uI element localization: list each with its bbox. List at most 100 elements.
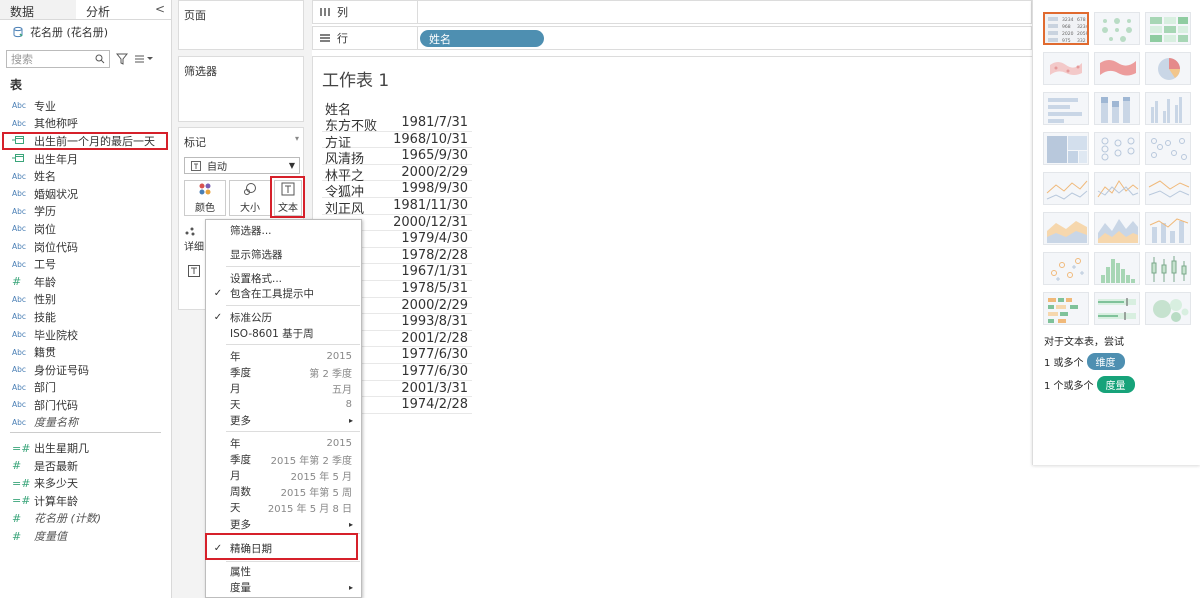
field-item[interactable]: Abc 岗位代码 xyxy=(0,238,171,256)
pie-chart-thumb[interactable] xyxy=(1145,52,1191,85)
menu-item-date-part[interactable]: 月 2015 年 5 月 xyxy=(206,468,361,483)
menu-item-date-part[interactable]: 天 2015 年 5 月 8 日 xyxy=(206,500,361,515)
field-item[interactable]: Abc 部门代码 xyxy=(0,396,171,414)
line-discrete-thumb[interactable] xyxy=(1043,172,1089,205)
filter-icon[interactable] xyxy=(116,53,128,65)
tab-data[interactable]: 数据 xyxy=(0,0,76,19)
measure-prefix: 1 个或多个 xyxy=(1044,381,1094,392)
menu-item-format[interactable]: 设置格式... xyxy=(206,271,361,286)
menu-item-standard-calendar[interactable]: ✓ 标准公历 xyxy=(206,310,361,325)
date-calc-icon xyxy=(12,153,34,165)
menu-item-date-part[interactable]: 天8 xyxy=(206,397,361,412)
size-button[interactable]: 大小 xyxy=(229,180,271,216)
menu-item-include-tooltip[interactable]: ✓ 包含在工具提示中 xyxy=(206,286,361,301)
mark-type-label: 自动 xyxy=(207,162,227,173)
field-item[interactable]: Abc 性别 xyxy=(0,291,171,309)
menu-item-label: 度量 xyxy=(230,582,251,594)
measure-item[interactable]: # 是否最新 xyxy=(0,457,171,475)
dual-combination-thumb[interactable] xyxy=(1145,212,1191,245)
filters-shelf[interactable]: 筛选器 xyxy=(178,56,304,122)
field-item[interactable]: Abc 度量名称 xyxy=(0,414,171,432)
row-date-cell: 1979/4/30 xyxy=(401,231,468,247)
search-input[interactable]: 搜索 xyxy=(6,50,110,68)
dual-line-thumb[interactable] xyxy=(1145,172,1191,205)
treemap-thumb[interactable] xyxy=(1043,132,1089,165)
text-table-thumb[interactable]: 3234 678 968 3234 2020 2059 975 332 xyxy=(1043,12,1089,45)
scatter-plot-thumb[interactable] xyxy=(1043,252,1089,285)
menu-item-date-part[interactable]: 月 五月 xyxy=(206,381,361,396)
worksheet-title[interactable]: 工作表 1 xyxy=(322,66,389,91)
highlight-table-thumb[interactable] xyxy=(1145,12,1191,45)
measure-item[interactable]: =# 计算年龄 xyxy=(0,492,171,510)
menu-item-filter[interactable]: 筛选器... xyxy=(206,223,361,238)
horizontal-bar-thumb[interactable] xyxy=(1043,92,1089,125)
bullet-graph-thumb[interactable] xyxy=(1094,292,1140,325)
svg-text:968: 968 xyxy=(1062,24,1071,30)
field-item[interactable]: Abc 技能 xyxy=(0,308,171,326)
field-item[interactable]: Abc 姓名 xyxy=(0,167,171,185)
menu-item-iso-calendar[interactable]: ISO-8601 基于周 xyxy=(206,326,361,341)
collapse-panel-button[interactable]: < xyxy=(152,0,171,19)
box-plot-thumb[interactable] xyxy=(1145,252,1191,285)
menu-item-date-part[interactable]: 周数 2015 年第 5 周 xyxy=(206,484,361,499)
detail-button[interactable]: 详细 xyxy=(184,221,205,257)
measure-item[interactable]: =# 出生星期几 xyxy=(0,439,171,457)
pages-shelf[interactable]: 页面 xyxy=(178,0,304,50)
stacked-bar-thumb[interactable] xyxy=(1094,92,1140,125)
menu-item-date-part[interactable]: 季度 2015 年第 2 季度 xyxy=(206,452,361,467)
mark-type-dropdown[interactable]: 自动 ▼ xyxy=(184,157,300,174)
size-icon xyxy=(244,183,256,195)
menu-item-attribute[interactable]: 属性 xyxy=(206,564,361,579)
field-item[interactable]: Abc 专业 xyxy=(0,97,171,115)
field-item[interactable]: Abc 身份证号码 xyxy=(0,361,171,379)
histogram-thumb[interactable] xyxy=(1094,252,1140,285)
view-options-icon[interactable] xyxy=(134,54,154,64)
side-by-side-bar-thumb[interactable] xyxy=(1145,92,1191,125)
field-item[interactable]: Abc 毕业院校 xyxy=(0,326,171,344)
rows-pill-name[interactable]: 姓名 xyxy=(420,30,544,47)
menu-item-measure[interactable]: 度量 ▸ xyxy=(206,580,361,595)
symbol-map-thumb[interactable] xyxy=(1043,52,1089,85)
columns-shelf[interactable]: 列 xyxy=(312,0,1032,24)
field-item[interactable]: Abc 工号 xyxy=(0,255,171,273)
measure-item[interactable]: =# 来多少天 xyxy=(0,474,171,492)
color-button[interactable]: 颜色 xyxy=(184,180,226,216)
line-continuous-thumb[interactable] xyxy=(1094,172,1140,205)
measure-item[interactable]: # 度量值 xyxy=(0,527,171,545)
tab-analysis[interactable]: 分析 xyxy=(76,0,152,19)
menu-item-example: 第 2 季度 xyxy=(309,369,352,381)
field-item[interactable]: 出生前一个月的最后一天 xyxy=(2,132,168,150)
field-item[interactable]: Abc 部门 xyxy=(0,379,171,397)
menu-item-show-filter[interactable]: 显示筛选器 xyxy=(206,247,361,262)
field-item[interactable]: Abc 籍贯 xyxy=(0,343,171,361)
field-item[interactable]: Abc 其他称呼 xyxy=(0,115,171,133)
rows-label: 行 xyxy=(337,32,348,45)
field-type-icon: Abc xyxy=(12,382,27,392)
heat-map-thumb[interactable] xyxy=(1094,12,1140,45)
field-item[interactable]: # 年龄 xyxy=(0,273,171,291)
field-item[interactable]: 出生年月 xyxy=(0,150,171,168)
area-continuous-thumb[interactable] xyxy=(1043,212,1089,245)
filled-map-thumb[interactable] xyxy=(1094,52,1140,85)
table-row: 林平之 2000/2/29 xyxy=(322,165,472,184)
measure-item[interactable]: # 花名册 (计数) xyxy=(0,510,171,528)
packed-bubbles-thumb[interactable] xyxy=(1145,292,1191,325)
menu-item-date-part[interactable]: 更多 ▸ xyxy=(206,517,361,532)
circle-view-thumb[interactable] xyxy=(1094,132,1140,165)
menu-item-date-part[interactable]: 季度 第 2 季度 xyxy=(206,365,361,380)
menu-item-example: 2015 xyxy=(326,438,352,449)
marks-menu-icon[interactable]: ▾ xyxy=(295,134,299,143)
area-discrete-thumb[interactable] xyxy=(1094,212,1140,245)
menu-item-date-part[interactable]: 更多 ▸ xyxy=(206,413,361,428)
datasource-item[interactable]: 花名册 (花名册) xyxy=(0,20,171,44)
field-item[interactable]: Abc 岗位 xyxy=(0,220,171,238)
gantt-thumb[interactable] xyxy=(1043,292,1089,325)
row-date-cell: 1993/8/31 xyxy=(401,314,468,330)
menu-item-date-part[interactable]: 年 2015 xyxy=(206,436,361,451)
field-item[interactable]: Abc 婚姻状况 xyxy=(0,185,171,203)
text-field-pill-icon[interactable] xyxy=(188,265,200,280)
field-item[interactable]: Abc 学历 xyxy=(0,203,171,221)
side-by-side-circle-thumb[interactable] xyxy=(1145,132,1191,165)
menu-item-date-part[interactable]: 年 2015 xyxy=(206,349,361,364)
field-type-icon: =# xyxy=(12,441,31,455)
